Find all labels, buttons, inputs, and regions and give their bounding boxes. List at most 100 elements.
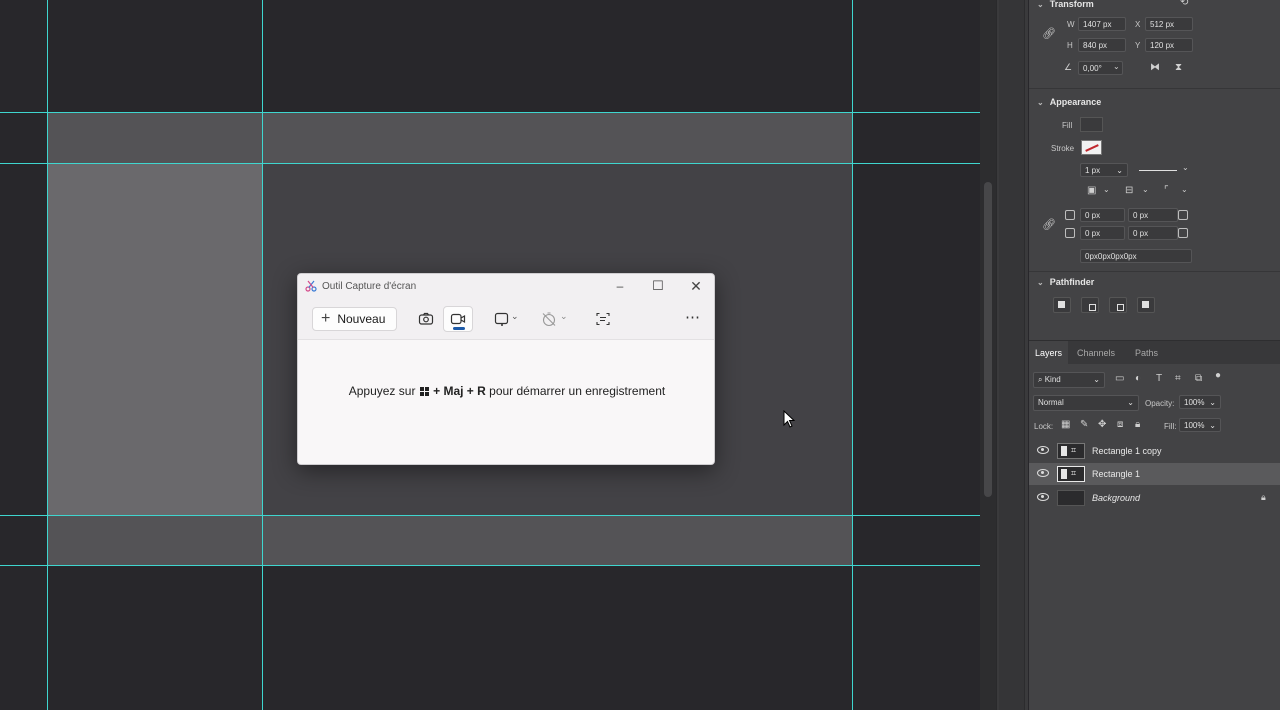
- stroke-swatch[interactable]: [1081, 140, 1102, 155]
- link-icon[interactable]: 🔗︎: [1042, 27, 1056, 40]
- tab-paths[interactable]: Paths: [1129, 341, 1164, 365]
- transform-section-header[interactable]: ⌄ Transform: [1037, 0, 1094, 9]
- filter-pixel-icon[interactable]: ▭: [1115, 373, 1124, 384]
- guide-vertical-3[interactable]: [852, 0, 853, 710]
- height-label: H: [1067, 41, 1073, 50]
- corner-summary-field[interactable]: 0px0px0px0px: [1080, 249, 1192, 263]
- chevron-down-icon: ⌄: [1116, 166, 1123, 175]
- opacity-field[interactable]: 100% ⌄: [1179, 395, 1221, 409]
- panel-dock-gutter: [996, 0, 1028, 710]
- properties-panel: ⌄ Transform ⟲ 🔗︎ W 1407 px X 512 px H 84…: [1029, 0, 1280, 710]
- layer-filter-dropdown[interactable]: ⌕ Kind ⌄: [1033, 372, 1105, 388]
- guide-vertical-1[interactable]: [47, 0, 48, 710]
- eye-icon[interactable]: [1037, 492, 1049, 502]
- text-actions-icon[interactable]: [595, 311, 611, 327]
- minimize-icon[interactable]: –: [612, 278, 628, 294]
- corner-bl-field[interactable]: 0 px: [1080, 226, 1125, 240]
- layer-fill-field[interactable]: 100% ⌄: [1179, 418, 1221, 432]
- lock-all-icon[interactable]: 🔒︎: [1135, 419, 1140, 430]
- snipping-tool-window: Outil Capture d'écran – ☐ ✕ + Nouveau ⌄ …: [297, 273, 715, 465]
- new-button[interactable]: + Nouveau: [312, 307, 397, 331]
- pathfinder-intersect-icon[interactable]: [1109, 297, 1127, 313]
- chevron-down-icon: ⌄: [1209, 398, 1216, 407]
- screen: ⌄ Transform ⟲ 🔗︎ W 1407 px X 512 px H 84…: [0, 0, 1280, 710]
- filter-type-icon[interactable]: T: [1156, 373, 1162, 384]
- chevron-down-icon[interactable]: ⌄: [1113, 62, 1120, 71]
- stroke-width-field[interactable]: 1 px ⌄: [1080, 163, 1128, 177]
- blend-mode-dropdown[interactable]: Normal ⌄: [1033, 395, 1139, 411]
- video-mode-button[interactable]: [443, 306, 473, 332]
- lock-icon: 🔒︎: [1261, 492, 1266, 502]
- timer-off-icon[interactable]: [541, 311, 557, 327]
- angle-icon: ∠: [1064, 62, 1073, 72]
- layer-name: Background: [1092, 493, 1141, 503]
- stroke-corner-icon[interactable]: ⌜: [1164, 185, 1169, 196]
- filter-smart-object-icon[interactable]: ⧉: [1195, 373, 1202, 384]
- height-field[interactable]: 840 px: [1078, 38, 1126, 52]
- appearance-section-header[interactable]: ⌄ Appearance: [1037, 97, 1101, 107]
- tab-channels[interactable]: Channels: [1071, 341, 1121, 365]
- title-bar[interactable]: Outil Capture d'écran – ☐ ✕: [298, 274, 714, 298]
- chevron-down-icon: ⌄: [1037, 97, 1044, 107]
- tab-layers[interactable]: Layers: [1029, 341, 1069, 365]
- filter-adjustment-icon[interactable]: ◐: [1135, 373, 1141, 384]
- corner-br-icon: [1178, 228, 1188, 238]
- lock-pixels-icon[interactable]: ✎: [1080, 419, 1088, 430]
- chevron-down-icon[interactable]: ⌄: [1103, 185, 1110, 194]
- layer-row[interactable]: ⌗ Rectangle 1 copy: [1029, 440, 1280, 462]
- filter-toggle-icon[interactable]: ●: [1215, 370, 1221, 381]
- more-icon[interactable]: ⋯: [685, 308, 700, 326]
- lock-artboard-icon[interactable]: ⧈: [1117, 419, 1123, 430]
- layer-row[interactable]: ⌗ Rectangle 1: [1029, 463, 1280, 485]
- pathfinder-exclude-icon[interactable]: [1137, 297, 1155, 313]
- layer-fill-label: Fill:: [1164, 422, 1177, 431]
- pathfinder-subtract-icon[interactable]: [1081, 297, 1099, 313]
- stroke-align-icon[interactable]: ▣: [1087, 185, 1096, 196]
- chevron-down-icon[interactable]: ⌄: [511, 311, 519, 322]
- chevron-down-icon[interactable]: ⌄: [560, 311, 568, 322]
- lock-position-icon[interactable]: ✥: [1098, 419, 1106, 430]
- chevron-down-icon: ⌄: [1037, 0, 1044, 9]
- rectangle-mode-icon[interactable]: [494, 311, 510, 327]
- guide-horizontal-1[interactable]: [0, 112, 980, 113]
- stroke-label: Stroke: [1051, 144, 1075, 153]
- lock-label: Lock:: [1034, 422, 1054, 431]
- pathfinder-unite-icon[interactable]: [1053, 297, 1071, 313]
- x-field[interactable]: 512 px: [1145, 17, 1193, 31]
- flip-vertical-icon[interactable]: ⧗: [1175, 62, 1182, 73]
- close-icon[interactable]: ✕: [688, 278, 704, 294]
- stroke-cap-icon[interactable]: ⊟: [1125, 185, 1133, 196]
- scrollbar-thumb[interactable]: [984, 182, 992, 497]
- layer-thumbnail: ⌗: [1057, 466, 1085, 482]
- snip-toolbar: + Nouveau ⌄ ⌄ ⋯: [298, 298, 714, 340]
- guide-horizontal-4[interactable]: [0, 565, 980, 566]
- plus-icon: +: [321, 310, 331, 327]
- eye-icon[interactable]: [1037, 468, 1049, 478]
- guide-vertical-2[interactable]: [262, 0, 263, 710]
- layer-row[interactable]: Background 🔒︎: [1029, 487, 1280, 509]
- reset-icon[interactable]: ⟲: [1180, 0, 1188, 8]
- link-corners-icon[interactable]: 🔗︎: [1042, 218, 1056, 231]
- guide-horizontal-2[interactable]: [0, 163, 980, 164]
- chevron-down-icon[interactable]: ⌄: [1181, 185, 1188, 194]
- maximize-icon[interactable]: ☐: [650, 278, 666, 294]
- width-field[interactable]: 1407 px: [1078, 17, 1126, 31]
- corner-br-field[interactable]: 0 px: [1128, 226, 1178, 240]
- eye-icon[interactable]: [1037, 445, 1049, 455]
- corner-tr-icon: [1178, 210, 1188, 220]
- lock-transparent-icon[interactable]: ▦: [1061, 419, 1070, 430]
- fill-swatch[interactable]: [1080, 117, 1103, 132]
- flip-horizontal-icon[interactable]: ⧓: [1150, 62, 1160, 73]
- corner-tl-icon: [1065, 210, 1075, 220]
- active-indicator: [453, 327, 465, 330]
- corner-tr-field[interactable]: 0 px: [1128, 208, 1178, 222]
- chevron-down-icon[interactable]: ⌄: [1142, 185, 1149, 194]
- guide-horizontal-3[interactable]: [0, 515, 980, 516]
- pathfinder-section-header[interactable]: ⌄ Pathfinder: [1037, 277, 1094, 287]
- y-field[interactable]: 120 px: [1145, 38, 1193, 52]
- canvas-scrollbar[interactable]: [980, 0, 996, 710]
- stroke-style-dropdown[interactable]: ⌄: [1137, 163, 1190, 177]
- corner-tl-field[interactable]: 0 px: [1080, 208, 1125, 222]
- screenshot-mode-button[interactable]: [411, 306, 441, 332]
- filter-shape-icon[interactable]: ⌗: [1175, 373, 1181, 384]
